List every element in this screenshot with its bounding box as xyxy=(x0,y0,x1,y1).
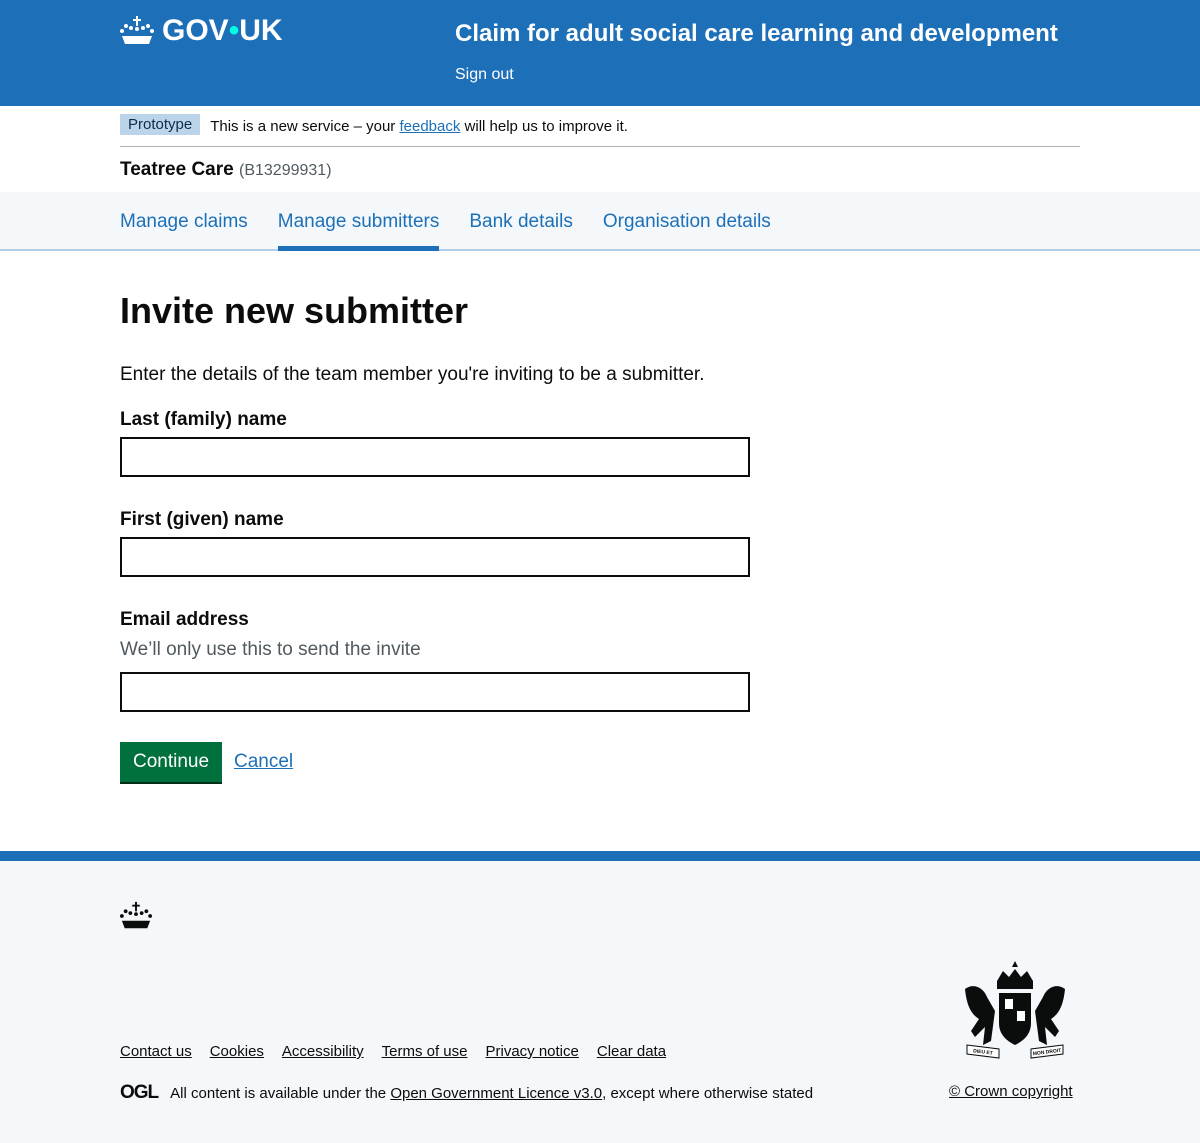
sign-out-link[interactable]: Sign out xyxy=(455,66,514,84)
nav-manage-claims[interactable]: Manage claims xyxy=(120,192,248,251)
crown-icon xyxy=(120,16,154,44)
email-hint: We’ll only use this to send the invite xyxy=(120,639,421,660)
first-name-input[interactable] xyxy=(120,537,750,577)
footer-links: Contact us Cookies Accessibility Terms o… xyxy=(120,1043,666,1060)
feedback-link[interactable]: feedback xyxy=(399,118,460,135)
footer-link-terms-of-use[interactable]: Terms of use xyxy=(382,1043,468,1060)
phase-tag: Prototype xyxy=(120,114,201,135)
crown-icon xyxy=(120,901,152,929)
crown-copyright-link[interactable]: © Crown copyright xyxy=(949,1083,1073,1100)
logo-text: GOV•UK xyxy=(162,14,283,47)
nav-manage-submitters[interactable]: Manage submitters xyxy=(277,192,440,251)
email-input[interactable] xyxy=(120,672,750,712)
nav-organisation-details[interactable]: Organisation details xyxy=(603,192,771,251)
service-name[interactable]: Claim for adult social care learning and… xyxy=(455,20,1058,48)
site-header: GOV•UK Claim for adult social care learn… xyxy=(0,0,1200,106)
footer-link-clear-data[interactable]: Clear data xyxy=(597,1043,666,1060)
licence-link[interactable]: Open Government Licence v3.0 xyxy=(390,1085,602,1102)
first-name-label: First (given) name xyxy=(120,509,284,530)
footer-link-accessibility[interactable]: Accessibility xyxy=(282,1043,364,1060)
phase-text: This is a new service – your feedback wi… xyxy=(210,118,628,135)
site-footer: DIEU ET MON DROIT Contact us Cookies Acc… xyxy=(0,851,1200,1143)
email-label: Email address xyxy=(120,609,249,630)
service-navigation: Manage claims Manage submitters Bank det… xyxy=(0,192,1200,251)
intro-text: Enter the details of the team member you… xyxy=(120,364,705,385)
last-name-label: Last (family) name xyxy=(120,409,287,430)
licence-text: All content is available under the Open … xyxy=(170,1084,814,1102)
royal-coat-of-arms-icon: DIEU ET MON DROIT xyxy=(965,961,1065,1059)
organisation-name: Teatree Care (B13299931) xyxy=(120,159,332,180)
footer-link-privacy-notice[interactable]: Privacy notice xyxy=(485,1043,578,1060)
nav-bank-details[interactable]: Bank details xyxy=(469,192,573,251)
organisation-id: (B13299931) xyxy=(239,162,332,179)
ogl-logo-icon: OGL xyxy=(120,1082,159,1103)
phase-banner: Prototype This is a new service – your f… xyxy=(120,114,1080,147)
page-title: Invite new submitter xyxy=(120,290,469,331)
continue-button[interactable]: Continue xyxy=(120,742,223,782)
footer-link-contact-us[interactable]: Contact us xyxy=(120,1043,192,1060)
govuk-logo[interactable]: GOV•UK xyxy=(120,14,283,48)
cancel-link[interactable]: Cancel xyxy=(234,751,293,773)
last-name-input[interactable] xyxy=(120,437,750,477)
licence: OGL All content is available under the O… xyxy=(120,1082,813,1104)
footer-link-cookies[interactable]: Cookies xyxy=(210,1043,264,1060)
